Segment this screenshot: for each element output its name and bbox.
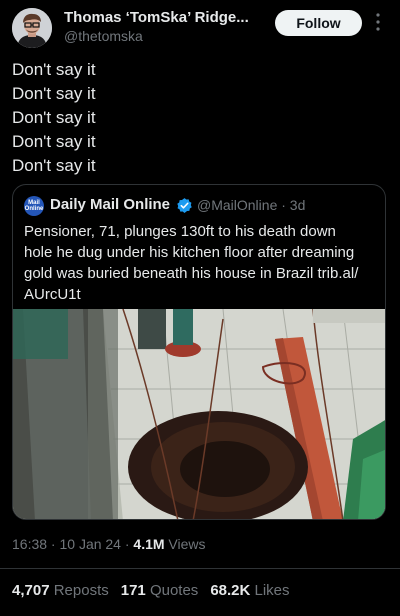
more-options-icon[interactable] bbox=[373, 12, 383, 32]
engagement-stats: 4,707 Reposts 171 Quotes 68.2K Likes bbox=[12, 582, 290, 599]
reposts-stat[interactable]: 4,707 Reposts bbox=[12, 582, 109, 599]
quotes-count: 171 bbox=[120, 582, 146, 599]
post-line: Don't say it bbox=[12, 84, 96, 103]
likes-stat[interactable]: 68.2K Likes bbox=[210, 582, 289, 599]
quoted-post[interactable]: Mail Online Daily Mail Online @MailOnlin… bbox=[12, 184, 386, 520]
verified-badge-icon bbox=[177, 198, 192, 213]
views-count: 4.1M bbox=[133, 536, 165, 552]
quoted-author-name: Daily Mail Online bbox=[50, 196, 171, 213]
reposts-count: 4,707 bbox=[12, 582, 50, 599]
post-meta: 16:38 · 10 Jan 24 · 4.1M Views bbox=[12, 536, 206, 552]
author-handle[interactable]: @thetomska bbox=[64, 28, 143, 44]
avatar-image bbox=[12, 8, 52, 48]
post-line: Don't say it bbox=[12, 132, 96, 151]
author-name[interactable]: Thomas ‘TomSka’ Ridge... bbox=[64, 9, 264, 26]
divider bbox=[0, 568, 400, 569]
post-line: Don't say it bbox=[12, 60, 96, 79]
quotes-label: Quotes bbox=[145, 582, 199, 599]
post-timestamp: 16:38 · 10 Jan 24 · bbox=[12, 536, 134, 552]
views-label: Views bbox=[164, 536, 206, 552]
reposts-label: Reposts bbox=[49, 582, 109, 599]
quoted-text: Pensioner, 71, plunges 130ft to his deat… bbox=[24, 223, 359, 303]
likes-label: Likes bbox=[250, 582, 290, 599]
daily-mail-logo-icon: Mail Online bbox=[24, 196, 44, 216]
quotes-stat[interactable]: 171 Quotes bbox=[121, 582, 199, 599]
quoted-handle-time: @MailOnline · 3d bbox=[197, 197, 306, 213]
avatar[interactable] bbox=[12, 8, 52, 48]
post-header: Thomas ‘TomSka’ Ridge... @thetomska Foll… bbox=[0, 0, 400, 52]
quoted-photo[interactable] bbox=[13, 309, 386, 520]
post-line: Don't say it bbox=[12, 156, 96, 175]
likes-count: 68.2K bbox=[210, 582, 251, 599]
follow-button[interactable]: Follow bbox=[275, 10, 362, 36]
post-text: Don't say it Don't say it Don't say it D… bbox=[12, 58, 96, 178]
post-line: Don't say it bbox=[12, 108, 96, 127]
